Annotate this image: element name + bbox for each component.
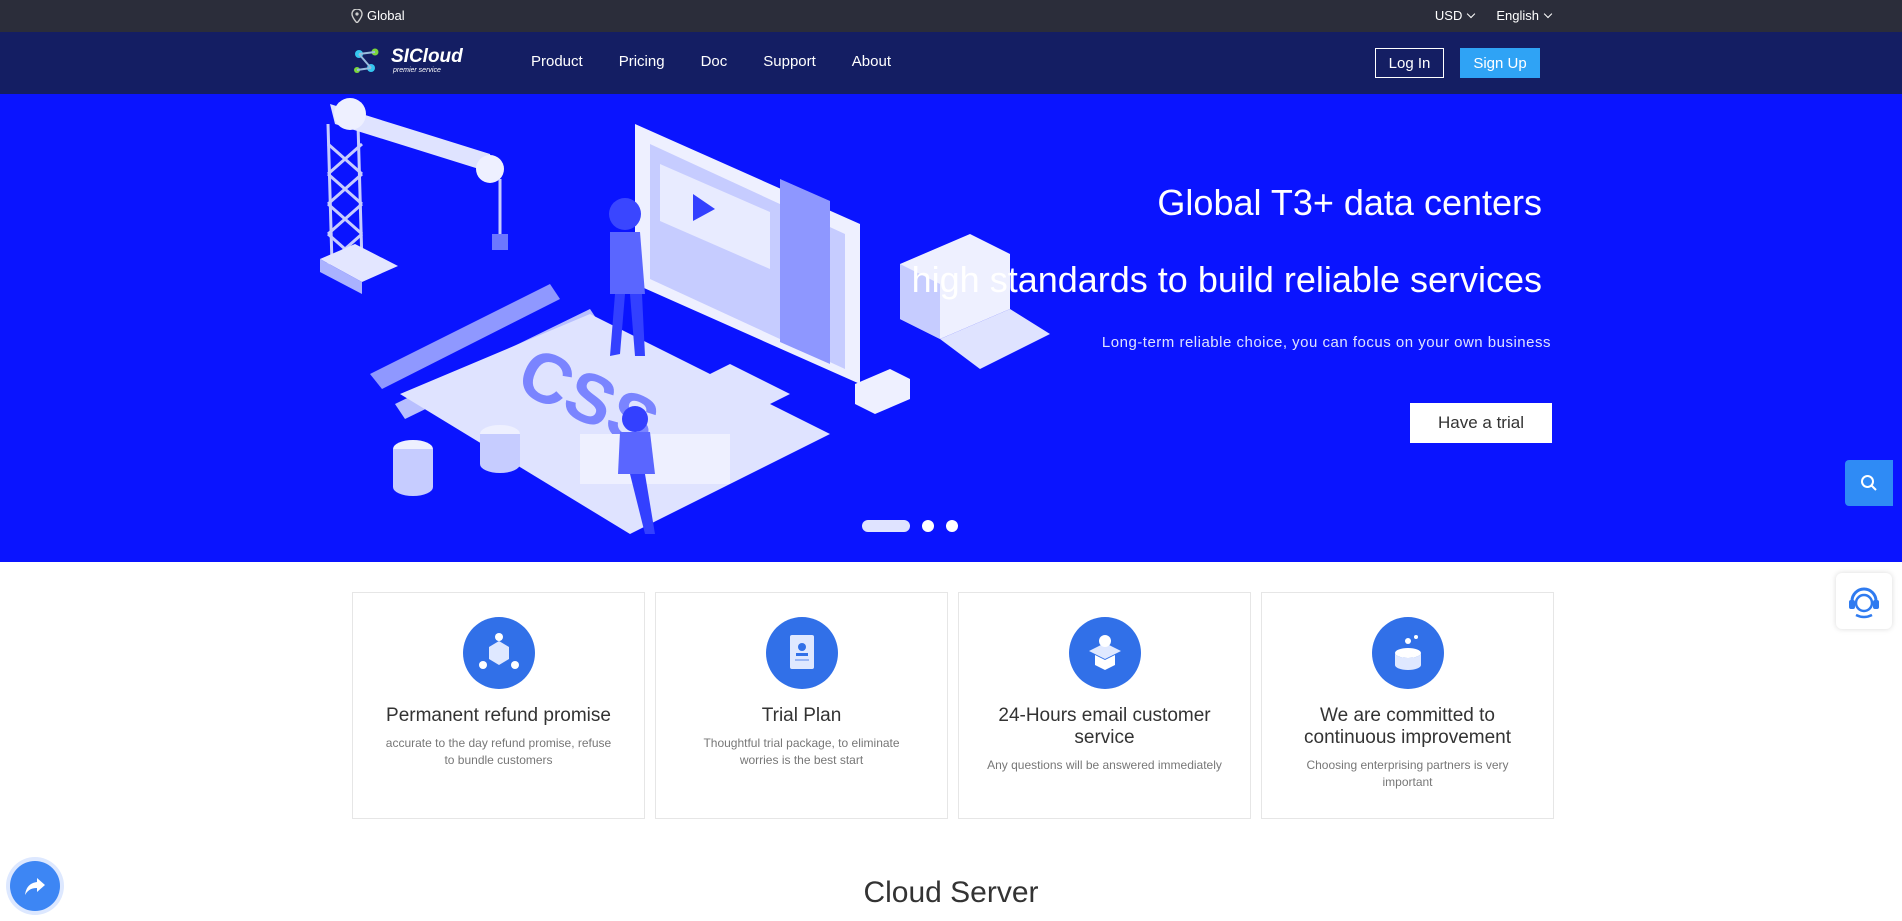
nav-item-support[interactable]: Support <box>763 53 816 70</box>
hero-banner: CSS Global T3+ data centers high standar… <box>0 94 1902 562</box>
carousel-dot-1[interactable] <box>862 520 910 532</box>
hero-title-2: high standards to build reliable service… <box>911 259 1542 300</box>
carousel-dot-2[interactable] <box>922 520 934 532</box>
floating-search-button[interactable] <box>1845 460 1893 506</box>
logo-mark-icon <box>354 48 379 73</box>
map-pin-icon <box>351 8 363 23</box>
language-dropdown[interactable]: English <box>1496 8 1553 23</box>
feature-card-support: 24-Hours email customer service Any ques… <box>958 592 1251 819</box>
nav-item-product[interactable]: Product <box>531 53 583 70</box>
chevron-down-icon <box>1543 9 1553 18</box>
cube-network-icon <box>462 617 535 689</box>
location-label: Global <box>367 8 405 23</box>
hero-subtitle: Long-term reliable choice, you can focus… <box>1101 334 1551 351</box>
chevron-down-icon <box>1467 9 1476 18</box>
feature-title: Trial Plan <box>761 705 842 726</box>
feature-cards: Permanent refund promise accurate to the… <box>352 592 1554 819</box>
carousel-dot-3[interactable] <box>946 520 958 532</box>
main-nav: SICloud premier service Product Pricing … <box>0 32 1902 94</box>
section-title-cloud-server: Cloud Server <box>863 876 1039 909</box>
feature-desc: accurate to the day refund promise, refu… <box>385 736 612 767</box>
nav-item-about[interactable]: About <box>852 53 891 70</box>
nav-menu: Product Pricing Doc Support About <box>531 53 891 70</box>
feature-title: Permanent refund promise <box>386 705 611 726</box>
language-label: English <box>1496 8 1539 23</box>
feature-title: 24-Hours email customer service <box>998 705 1211 748</box>
nav-item-doc[interactable]: Doc <box>701 53 728 70</box>
hero-title-1: Global T3+ data centers <box>1157 182 1542 223</box>
feature-desc: Choosing enterprising partners is very i… <box>1306 758 1509 789</box>
search-icon <box>1861 475 1877 491</box>
feature-card-improvement: We are committed to continuous improveme… <box>1261 592 1554 819</box>
top-bar: Global USD English <box>0 0 1902 32</box>
feature-card-refund: Permanent refund promise accurate to the… <box>352 592 645 819</box>
currency-label: USD <box>1434 8 1463 23</box>
database-icon <box>1371 617 1444 689</box>
feature-card-trial: Trial Plan Thoughtful trial package, to … <box>655 592 948 819</box>
hero-illustration: CSS <box>320 98 1050 534</box>
carousel-dots <box>862 520 958 532</box>
location-selector[interactable]: Global <box>351 8 405 23</box>
logo-text: SICloud <box>391 46 463 67</box>
id-card-icon <box>765 617 838 689</box>
feature-desc: Any questions will be answered immediate… <box>987 758 1222 772</box>
currency-dropdown[interactable]: USD <box>1434 8 1476 23</box>
logo-tagline: premier service <box>393 67 441 74</box>
have-a-trial-button[interactable]: Have a trial <box>1410 403 1552 443</box>
feature-desc: Thoughtful trial package, to eliminate w… <box>703 736 900 767</box>
feature-title: We are committed to continuous improveme… <box>1304 705 1511 748</box>
login-button[interactable]: Log In <box>1375 48 1444 78</box>
customer-service-button[interactable] <box>1836 573 1892 629</box>
logo[interactable]: SICloud premier service <box>351 44 463 78</box>
headset-agent-icon <box>1849 587 1879 619</box>
graduation-cap-icon <box>1068 617 1141 689</box>
nav-item-pricing[interactable]: Pricing <box>619 53 665 70</box>
signup-button[interactable]: Sign Up <box>1460 48 1540 78</box>
